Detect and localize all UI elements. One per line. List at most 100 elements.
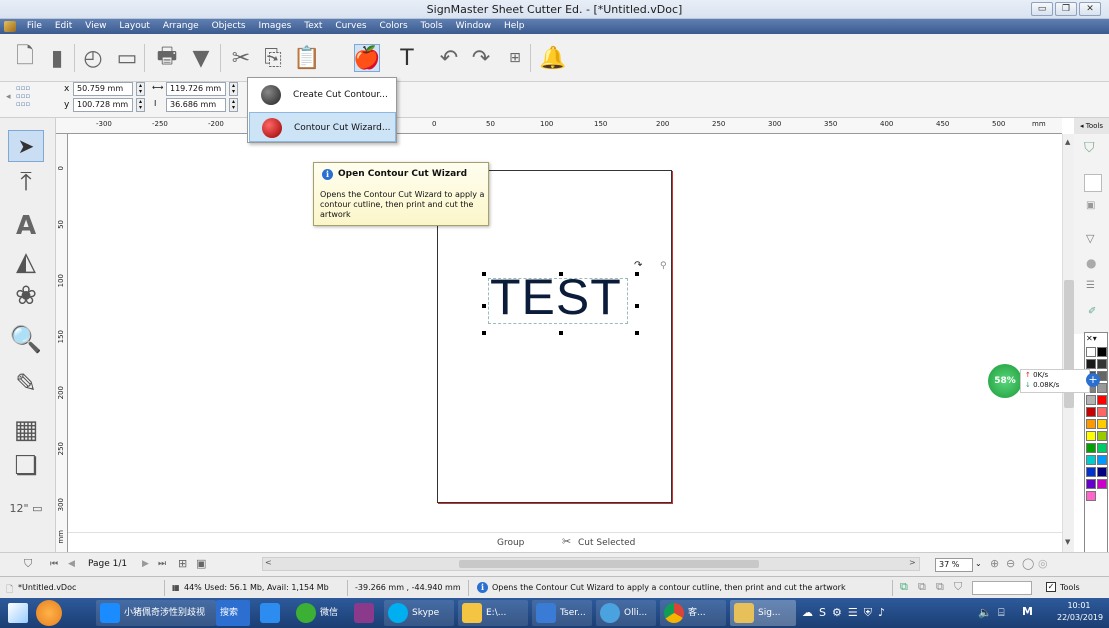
selection-handle[interactable] [635,304,639,308]
close-button[interactable]: ✕ [1079,2,1101,16]
circle-icon[interactable]: ● [1086,256,1096,270]
y-position-field[interactable]: 100.728 mm [73,98,133,112]
vertical-scrollbar[interactable]: ▲ ▼ [1062,134,1074,552]
color-swatch[interactable] [1097,383,1107,393]
start-button-icon[interactable] [8,603,28,623]
color-swatch[interactable] [1097,479,1107,489]
pattern-icon[interactable]: ▦ [8,414,44,446]
width-spinner[interactable]: ▴ ▾ [229,82,238,96]
taskbar-search-button[interactable]: 搜索 [216,600,250,626]
menu-text[interactable]: Text [299,19,327,34]
color-swatch[interactable] [1097,467,1107,477]
no-color-icon[interactable]: ✕▾ [1086,334,1106,344]
contour-cut-icon[interactable]: 🍎 [353,44,381,72]
selection-handle[interactable] [635,331,639,335]
anchor-grid-icon[interactable]: ▫▫▫ ▫▫▫ ▫▫▫ [16,84,30,108]
paste-icon[interactable]: 📋 [293,44,320,72]
align-icon[interactable]: ⊞ [502,44,528,72]
pin-icon[interactable]: ⚲ [660,261,667,271]
print-icon[interactable]: 🖶 [154,44,180,72]
taskbar-clock[interactable]: 10:01 22/03/2019 [1057,600,1103,624]
plus-icon[interactable]: + [1086,373,1100,387]
menu-help[interactable]: Help [499,19,530,34]
rotate-handle-icon[interactable]: ↷ [634,260,642,271]
menu-layout[interactable]: Layout [114,19,155,34]
zoom-icon[interactable]: 🔍 [8,324,44,356]
app-logo-icon[interactable] [4,21,16,32]
system-tray-icons[interactable]: ☁S⚙☰⛨♪ [802,606,952,620]
scroll-left-icon[interactable]: ◂ [6,92,11,102]
selection-handle[interactable] [635,272,639,276]
scissors-icon[interactable]: ✂ [228,44,254,72]
selection-handle[interactable] [482,331,486,335]
open-icon[interactable]: ▮ [44,44,70,72]
tools-checkbox[interactable]: ✓ [1046,582,1056,592]
redo-icon[interactable]: ↷ [468,44,494,72]
color-swatch[interactable] [1097,443,1107,453]
maximize-button[interactable]: ❐ [1055,2,1077,16]
shadow-tool-icon[interactable]: ❏ [8,450,44,482]
color-swatch[interactable] [1097,431,1107,441]
cutter-icon[interactable]: ⛉ [1084,140,1095,156]
prev-page-icon[interactable]: ◀ [68,559,75,569]
menu-file[interactable]: File [22,19,47,34]
next-page-icon[interactable]: ▶ [142,559,149,569]
status-input[interactable] [972,581,1032,595]
color-swatch[interactable] [1086,455,1096,465]
volume-icon[interactable]: 🔈 [978,606,992,619]
color-swatch[interactable] [1086,443,1096,453]
menu-colors[interactable]: Colors [374,19,412,34]
zoom-dropdown-icon[interactable]: ⌄ [975,559,982,568]
knife-icon[interactable]: ✐ [1088,306,1096,317]
shape-tool-icon[interactable]: ◭ [8,246,44,278]
ime-indicator[interactable]: M [1022,605,1033,618]
menu-view[interactable]: View [80,19,111,34]
page-settings-icon[interactable]: ▣ [196,557,206,570]
scroll-up-icon[interactable]: ▲ [1065,138,1070,146]
copy-icon[interactable]: ⎘ [260,44,286,72]
undo-icon[interactable]: ↶ [436,44,462,72]
menu-item-contour-cut-wizard[interactable]: Contour Cut Wizard... [249,112,396,142]
recent-icon[interactable]: ◴ [80,44,106,72]
width-field[interactable]: 119.726 mm [166,82,226,96]
taskbar-item-browser[interactable]: 小猪佩奇涉性别歧视 [96,600,216,626]
zoom-in-icon[interactable]: ⊕ [990,557,999,570]
scroll-thumb[interactable] [459,560,759,568]
zoom-out-icon[interactable]: ⊖ [1006,557,1015,570]
cut-selected-button[interactable]: Cut Selected [578,538,635,548]
last-page-icon[interactable]: ⏭ [158,559,166,569]
taskbar-item-skype[interactable]: Skype [384,600,454,626]
minimize-button[interactable]: ▭ [1031,2,1053,16]
color-swatch[interactable] [1097,455,1107,465]
canvas-text-object[interactable]: TEST [490,272,622,322]
menu-item-create-cut-contour[interactable]: Create Cut Contour... [249,80,396,110]
height-spinner[interactable]: ▴ ▾ [229,98,238,112]
measure-tool-icon[interactable]: 12" ▭ [8,492,44,524]
menu-objects[interactable]: Objects [207,19,251,34]
bell-icon[interactable]: 🔔 [539,44,566,72]
selection-handle[interactable] [482,272,486,276]
color-swatch[interactable] [1086,407,1096,417]
zoom-fit-icon[interactable]: ◯ [1022,557,1034,570]
taskbar-item-chrome[interactable]: 客... [660,600,726,626]
lines-icon[interactable]: ☰ [1086,280,1095,291]
menu-arrange[interactable]: Arrange [158,19,204,34]
menu-curves[interactable]: Curves [330,19,371,34]
taskbar-item-baidu[interactable] [256,600,286,626]
horizontal-scrollbar[interactable]: < > [262,557,920,571]
snap-grid-icon[interactable]: ⧉ [900,580,908,594]
new-document-icon[interactable]: 🗋 [12,44,38,72]
text-tool-icon[interactable]: A [8,210,44,242]
cut-plotter-icon[interactable]: ▼ [188,44,214,72]
selection-handle[interactable] [559,331,563,335]
zoom-field[interactable]: 37 % [935,558,973,572]
text-icon[interactable]: T [394,44,420,72]
snap-nodes-icon[interactable]: ⧉ [936,580,944,594]
taskbar-item-winrar[interactable] [350,600,380,626]
scroll-right-arrow-icon[interactable]: > [909,558,916,567]
menu-images[interactable]: Images [253,19,296,34]
first-page-icon[interactable]: ⏮ [50,559,58,569]
taskbar-item-signmaster[interactable]: Sig... [730,600,796,626]
node-edit-icon[interactable]: ⤒ [8,166,44,198]
taskbar-item-wechat[interactable]: 微信 [292,600,344,626]
